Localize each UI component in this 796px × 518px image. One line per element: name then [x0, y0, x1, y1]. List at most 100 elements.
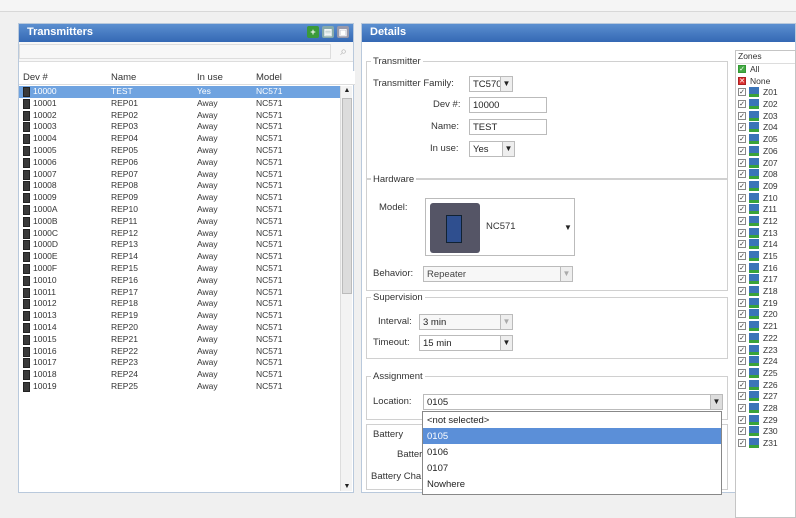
- zone-item[interactable]: ✓ Z31: [736, 438, 795, 450]
- checkbox-icon[interactable]: ✓: [738, 333, 746, 342]
- col-dev[interactable]: Dev #: [23, 72, 48, 83]
- checkbox-icon[interactable]: ✓: [738, 123, 746, 132]
- table-row[interactable]: 1000E REP14 Away NC571: [19, 251, 341, 263]
- checkbox-icon[interactable]: ✓: [738, 439, 746, 447]
- table-row[interactable]: 10005 REP05 Away NC571: [19, 145, 341, 157]
- family-select[interactable]: TC570 ▼: [469, 76, 513, 92]
- zones-none[interactable]: ✕ None: [736, 76, 795, 88]
- checkbox-icon[interactable]: ✓: [738, 193, 746, 202]
- checkbox-icon[interactable]: ✓: [738, 146, 746, 155]
- col-model[interactable]: Model: [256, 72, 282, 83]
- table-row[interactable]: 10015 REP21 Away NC571: [19, 334, 341, 346]
- zone-item[interactable]: ✓ Z05: [736, 134, 795, 146]
- chevron-down-icon[interactable]: ▼: [500, 315, 512, 329]
- inuse-select[interactable]: Yes ▼: [469, 141, 515, 157]
- zone-item[interactable]: ✓ Z22: [736, 332, 795, 345]
- zone-item[interactable]: ✓ Z12: [736, 215, 795, 228]
- checkbox-icon[interactable]: ✓: [738, 111, 746, 120]
- add-icon[interactable]: +: [307, 26, 319, 38]
- checkbox-icon[interactable]: ✓: [738, 345, 746, 354]
- table-row[interactable]: 10004 REP04 Away NC571: [19, 133, 341, 145]
- zones-all[interactable]: ✓ All: [736, 64, 795, 76]
- checkbox-icon[interactable]: ✓: [738, 252, 746, 260]
- table-row[interactable]: 10014 REP20 Away NC571: [19, 322, 341, 334]
- col-name[interactable]: Name: [111, 72, 136, 83]
- zone-item[interactable]: ✓ Z16: [736, 262, 795, 275]
- table-row[interactable]: 10012 REP18 Away NC571: [19, 298, 341, 310]
- table-row[interactable]: 10010 REP16 Away NC571: [19, 275, 341, 287]
- table-row[interactable]: 10016 REP22 Away NC571: [19, 346, 341, 358]
- list-scrollbar[interactable]: ▲ ▼: [340, 86, 352, 491]
- save-icon[interactable]: ▣: [337, 26, 349, 38]
- table-row[interactable]: 1000F REP15 Away NC571: [19, 263, 341, 275]
- checkbox-icon[interactable]: ✓: [738, 100, 746, 109]
- zone-item[interactable]: ✓ Z14: [736, 239, 795, 251]
- zone-item[interactable]: ✓ Z08: [736, 169, 795, 181]
- zone-item[interactable]: ✓ Z06: [736, 145, 795, 158]
- interval-select[interactable]: 3 min ▼: [419, 314, 513, 330]
- table-row[interactable]: 10009 REP09 Away NC571: [19, 192, 341, 204]
- chevron-down-icon[interactable]: ▼: [560, 267, 572, 281]
- col-inuse[interactable]: In use: [197, 72, 223, 83]
- scroll-thumb[interactable]: [342, 98, 352, 294]
- dropdown-option[interactable]: 0106: [423, 444, 721, 460]
- print-icon[interactable]: ▤: [322, 26, 334, 38]
- chevron-down-icon[interactable]: ▼: [710, 395, 722, 409]
- zone-item[interactable]: ✓ Z18: [736, 286, 795, 298]
- zone-item[interactable]: ✓ Z24: [736, 356, 795, 368]
- checkbox-icon[interactable]: ✓: [738, 380, 746, 389]
- checkbox-icon[interactable]: ✓: [738, 216, 746, 225]
- zone-item[interactable]: ✓ Z15: [736, 251, 795, 263]
- dropdown-option[interactable]: <not selected>: [423, 412, 721, 428]
- checkbox-icon[interactable]: ✓: [738, 298, 746, 307]
- table-row[interactable]: 10007 REP07 Away NC571: [19, 169, 341, 181]
- table-row[interactable]: 1000A REP10 Away NC571: [19, 204, 341, 216]
- checkbox-icon[interactable]: ✓: [738, 287, 746, 296]
- check-none-icon[interactable]: ✕: [738, 76, 746, 85]
- zone-item[interactable]: ✓ Z27: [736, 391, 795, 403]
- checkbox-icon[interactable]: ✓: [738, 357, 746, 366]
- table-row[interactable]: 1000C REP12 Away NC571: [19, 228, 341, 240]
- checkbox-icon[interactable]: ✓: [738, 392, 746, 401]
- dev-field[interactable]: 10000: [469, 97, 547, 113]
- checkbox-icon[interactable]: ✓: [738, 368, 746, 377]
- checkbox-icon[interactable]: ✓: [738, 135, 746, 144]
- zone-item[interactable]: ✓ Z01: [736, 87, 795, 99]
- table-row[interactable]: 10003 REP03 Away NC571: [19, 121, 341, 133]
- table-row[interactable]: 10018 REP24 Away NC571: [19, 369, 341, 381]
- chevron-down-icon[interactable]: ▼: [500, 77, 512, 91]
- table-row[interactable]: 1000D REP13 Away NC571: [19, 239, 341, 251]
- chevron-down-icon[interactable]: ▼: [500, 336, 512, 350]
- dropdown-option[interactable]: 0105: [423, 428, 721, 444]
- zone-item[interactable]: ✓ Z11: [736, 204, 795, 216]
- table-row[interactable]: 1000B REP11 Away NC571: [19, 216, 341, 228]
- zone-item[interactable]: ✓ Z13: [736, 227, 795, 240]
- zone-item[interactable]: ✓ Z17: [736, 274, 795, 286]
- table-row[interactable]: 10002 REP02 Away NC571: [19, 110, 341, 122]
- checkbox-icon[interactable]: ✓: [738, 205, 746, 214]
- checkbox-icon[interactable]: ✓: [738, 322, 746, 331]
- checkbox-icon[interactable]: ✓: [738, 310, 746, 319]
- check-all-icon[interactable]: ✓: [738, 65, 746, 73]
- dropdown-option[interactable]: Nowhere: [423, 476, 721, 492]
- checkbox-icon[interactable]: ✓: [738, 88, 746, 97]
- chevron-down-icon[interactable]: ▼: [562, 221, 574, 235]
- checkbox-icon[interactable]: ✓: [738, 427, 746, 436]
- table-row[interactable]: 10008 REP08 Away NC571: [19, 180, 341, 192]
- zone-item[interactable]: ✓ Z19: [736, 297, 795, 310]
- chevron-down-icon[interactable]: ▼: [502, 142, 514, 156]
- scroll-up-icon[interactable]: ▲: [341, 87, 353, 94]
- zone-item[interactable]: ✓ Z07: [736, 157, 795, 170]
- checkbox-icon[interactable]: ✓: [738, 158, 746, 167]
- scroll-down-icon[interactable]: ▼: [341, 483, 353, 490]
- checkbox-icon[interactable]: ✓: [738, 275, 746, 284]
- behavior-select[interactable]: Repeater ▼: [423, 266, 573, 282]
- table-row[interactable]: 10006 REP06 Away NC571: [19, 157, 341, 169]
- zone-item[interactable]: ✓ Z21: [736, 321, 795, 333]
- zone-item[interactable]: ✓ Z09: [736, 180, 795, 193]
- checkbox-icon[interactable]: ✓: [738, 403, 746, 412]
- zone-item[interactable]: ✓ Z20: [736, 309, 795, 321]
- checkbox-icon[interactable]: ✓: [738, 415, 746, 424]
- zone-item[interactable]: ✓ Z25: [736, 367, 795, 380]
- checkbox-icon[interactable]: ✓: [738, 181, 746, 190]
